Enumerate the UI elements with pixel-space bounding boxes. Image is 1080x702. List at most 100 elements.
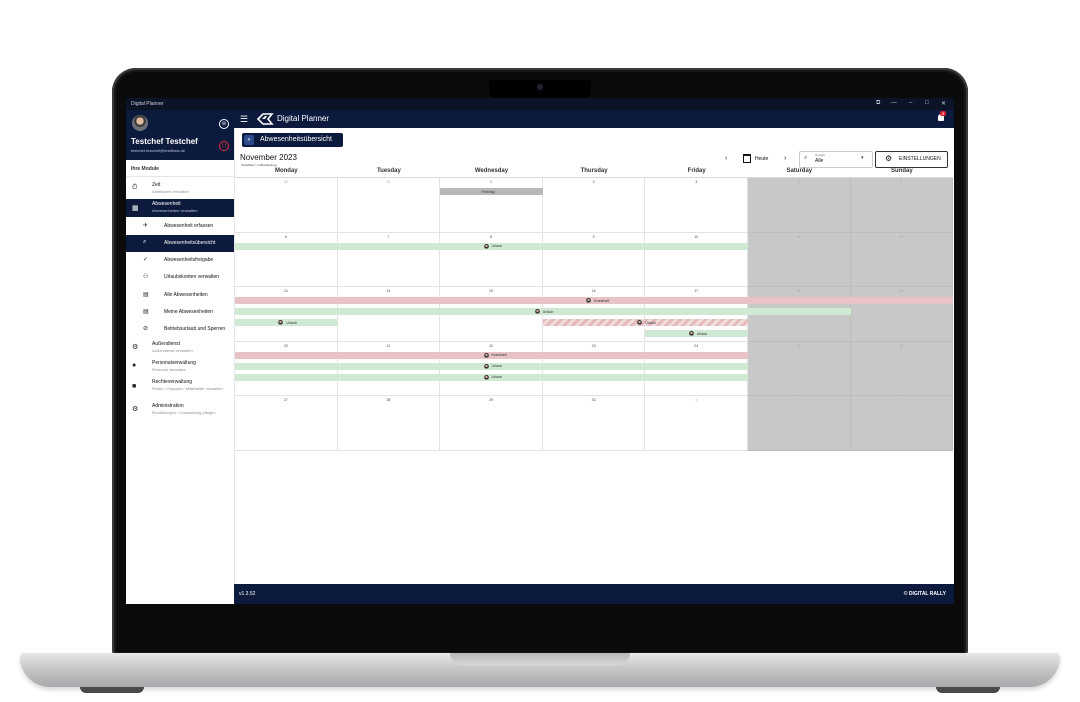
sidebar-child-abwesenheitsfreigabe[interactable]: ✓ Abwesenheitsfreigabe xyxy=(126,252,234,269)
settings-button[interactable]: ⚙ EINSTELLUNGEN xyxy=(875,151,948,168)
sidebar: ⚙ Testchef Testchef testchef.testchef@te… xyxy=(126,110,235,604)
month-label: November 2023 xyxy=(240,153,297,162)
day-cell[interactable]: 3 xyxy=(645,178,748,233)
logout-icon[interactable]: ⏻ xyxy=(219,141,229,151)
absence-event[interactable]: Urlaub xyxy=(542,319,748,326)
page-title-badge: ⌕ Abwesenheitsübersicht xyxy=(242,133,343,147)
day-number: 17 xyxy=(694,289,699,293)
stopwatch-icon: ⏱ xyxy=(132,184,138,191)
today-label: Heute xyxy=(755,155,769,162)
absence-event[interactable]: Krankheit xyxy=(235,297,954,304)
day-number: 30 xyxy=(591,398,596,402)
sidebar-item-aussendienst[interactable]: ⚙ Außendienst Außendienst verwalten xyxy=(126,339,234,357)
absence-event[interactable]: Urlaub xyxy=(645,330,748,337)
today-button[interactable]: Heute xyxy=(743,154,768,163)
app-title: Digital Planner xyxy=(277,114,330,123)
day-number: 1 xyxy=(490,180,492,184)
laptop-foot-left xyxy=(80,687,144,693)
sidebar-child-alle-abwesenheiten[interactable]: ▤ Alle Abwesenheiten xyxy=(126,287,234,304)
day-number: 21 xyxy=(386,343,391,348)
day-cell[interactable]: 1 xyxy=(440,178,543,233)
absence-event-label: Urlaub xyxy=(491,364,503,369)
minimize-icon[interactable]: – xyxy=(909,100,912,106)
day-number: 8 xyxy=(490,234,492,239)
sidebar-item-sublabel: Abwesenheiten verwalten xyxy=(152,208,198,213)
sidebar-item-administration[interactable]: ⚙ Administration Einstellungen / Customi… xyxy=(126,401,234,419)
day-number: 30 xyxy=(283,180,288,184)
day-cell[interactable]: 30 xyxy=(235,178,338,233)
gear-icon[interactable]: ⚙ xyxy=(219,119,229,129)
day-cell[interactable]: 7 xyxy=(337,232,441,287)
absence-event[interactable]: Urlaub xyxy=(235,242,748,250)
day-cell[interactable]: 8 xyxy=(440,232,543,287)
maximize-icon[interactable]: □ xyxy=(925,100,929,106)
sidebar-child-abwesenheit-erfassen[interactable]: ✈ Abwesenheit erfassen xyxy=(126,218,234,235)
day-cell[interactable]: 25 xyxy=(748,341,851,396)
sidebar-item-abwesenheit[interactable]: ▦ Abwesenheit Abwesenheiten verwalten xyxy=(126,199,234,217)
logo xyxy=(256,113,274,125)
absence-event[interactable]: Krankheit xyxy=(235,351,748,359)
restore-window-icon[interactable]: ⧉ xyxy=(876,100,880,107)
day-cell[interactable]: 1 xyxy=(645,396,748,451)
day-number: 19 xyxy=(899,289,904,293)
close-icon[interactable]: ✕ xyxy=(941,100,946,107)
day-number: 16 xyxy=(591,289,596,293)
avatar[interactable] xyxy=(132,115,148,131)
absence-event[interactable]: Urlaub xyxy=(235,308,851,315)
day-cell[interactable]: 26 xyxy=(850,341,954,396)
day-cell[interactable]: 30 xyxy=(542,396,646,451)
day-cell[interactable]: 12 xyxy=(850,232,954,287)
sidebar-child-urlaubskonten[interactable]: ⚇ Urlaubskonten verwalten xyxy=(126,269,234,286)
day-number: 14 xyxy=(386,289,391,293)
chevron-left-icon[interactable]: ‹ xyxy=(725,155,727,162)
avatar xyxy=(483,363,489,369)
camera-icon xyxy=(537,84,543,90)
table-icon: ▤ xyxy=(143,292,149,298)
day-cell[interactable]: 2 xyxy=(542,178,646,233)
day-cell[interactable]: 6 xyxy=(235,232,338,287)
absence-event[interactable]: Urlaub xyxy=(235,373,748,381)
absence-event[interactable]: Urlaub xyxy=(235,362,748,370)
day-cell[interactable]: 11 xyxy=(748,232,851,287)
gear-icon: ⚙ xyxy=(885,154,893,163)
day-cell[interactable]: 31 xyxy=(337,178,441,233)
day-number: 20 xyxy=(283,343,288,348)
group-select[interactable]: ⌕ Gruppe Alle ▾ xyxy=(799,151,873,168)
day-cell[interactable]: 2 xyxy=(748,396,851,451)
weekday-header: Thursday xyxy=(542,168,646,178)
day-number: 13 xyxy=(283,289,288,293)
sidebar-child-meine-abwesenheiten[interactable]: ▤ Meine Abwesenheiten xyxy=(126,304,234,321)
weekday-header: Monday xyxy=(235,168,338,178)
day-number: 6 xyxy=(284,234,287,239)
weekday-header: Tuesday xyxy=(337,168,441,178)
menu-icon[interactable]: ☰ xyxy=(240,114,248,125)
sidebar-item-label: Außendienst xyxy=(152,341,181,347)
absence-event-label: Urlaub xyxy=(491,375,503,380)
day-number: 2 xyxy=(797,398,800,402)
day-cell[interactable]: 3 xyxy=(850,396,954,451)
avatar xyxy=(534,309,540,314)
laptop-foot-right xyxy=(936,687,1000,693)
absence-event[interactable]: Urlaub xyxy=(235,319,338,326)
divider xyxy=(126,176,234,177)
day-cell[interactable]: 19 xyxy=(850,287,954,342)
day-cell[interactable]: 9 xyxy=(542,232,646,287)
sidebar-item-rechteverwaltung[interactable]: ■ Rechteverwaltung Rollen / Gruppen / Mi… xyxy=(126,377,234,399)
day-number: 9 xyxy=(592,234,595,239)
day-number: 7 xyxy=(387,234,390,239)
day-cell[interactable]: 4 xyxy=(748,178,851,233)
sidebar-item-personalverwaltung[interactable]: ● Personalverwaltung Personal verwalten xyxy=(126,358,234,376)
day-cell[interactable]: 28 xyxy=(337,396,441,451)
day-cell[interactable]: 5 xyxy=(850,178,954,233)
dash-icon[interactable]: — xyxy=(891,100,897,106)
day-cell[interactable]: 10 xyxy=(645,232,748,287)
day-number: 10 xyxy=(694,234,699,239)
day-cell[interactable]: 27 xyxy=(235,396,338,451)
sidebar-item-zeit[interactable]: ⏱ Zeit Arbeitszeit verwalten xyxy=(126,180,234,198)
sidebar-child-abwesenheitsuebersicht[interactable]: ⌕ Abwesenheitsübersicht xyxy=(126,235,234,252)
absence-event[interactable]: Feiertag xyxy=(440,188,543,195)
sidebar-child-betriebsurlaub[interactable]: ⊘ Betriebsurlaub und Sperren xyxy=(126,321,234,338)
chevron-right-icon[interactable]: › xyxy=(784,155,786,162)
sidebar-item-label: Abwesenheit xyxy=(152,201,181,207)
day-cell[interactable]: 29 xyxy=(440,396,543,451)
